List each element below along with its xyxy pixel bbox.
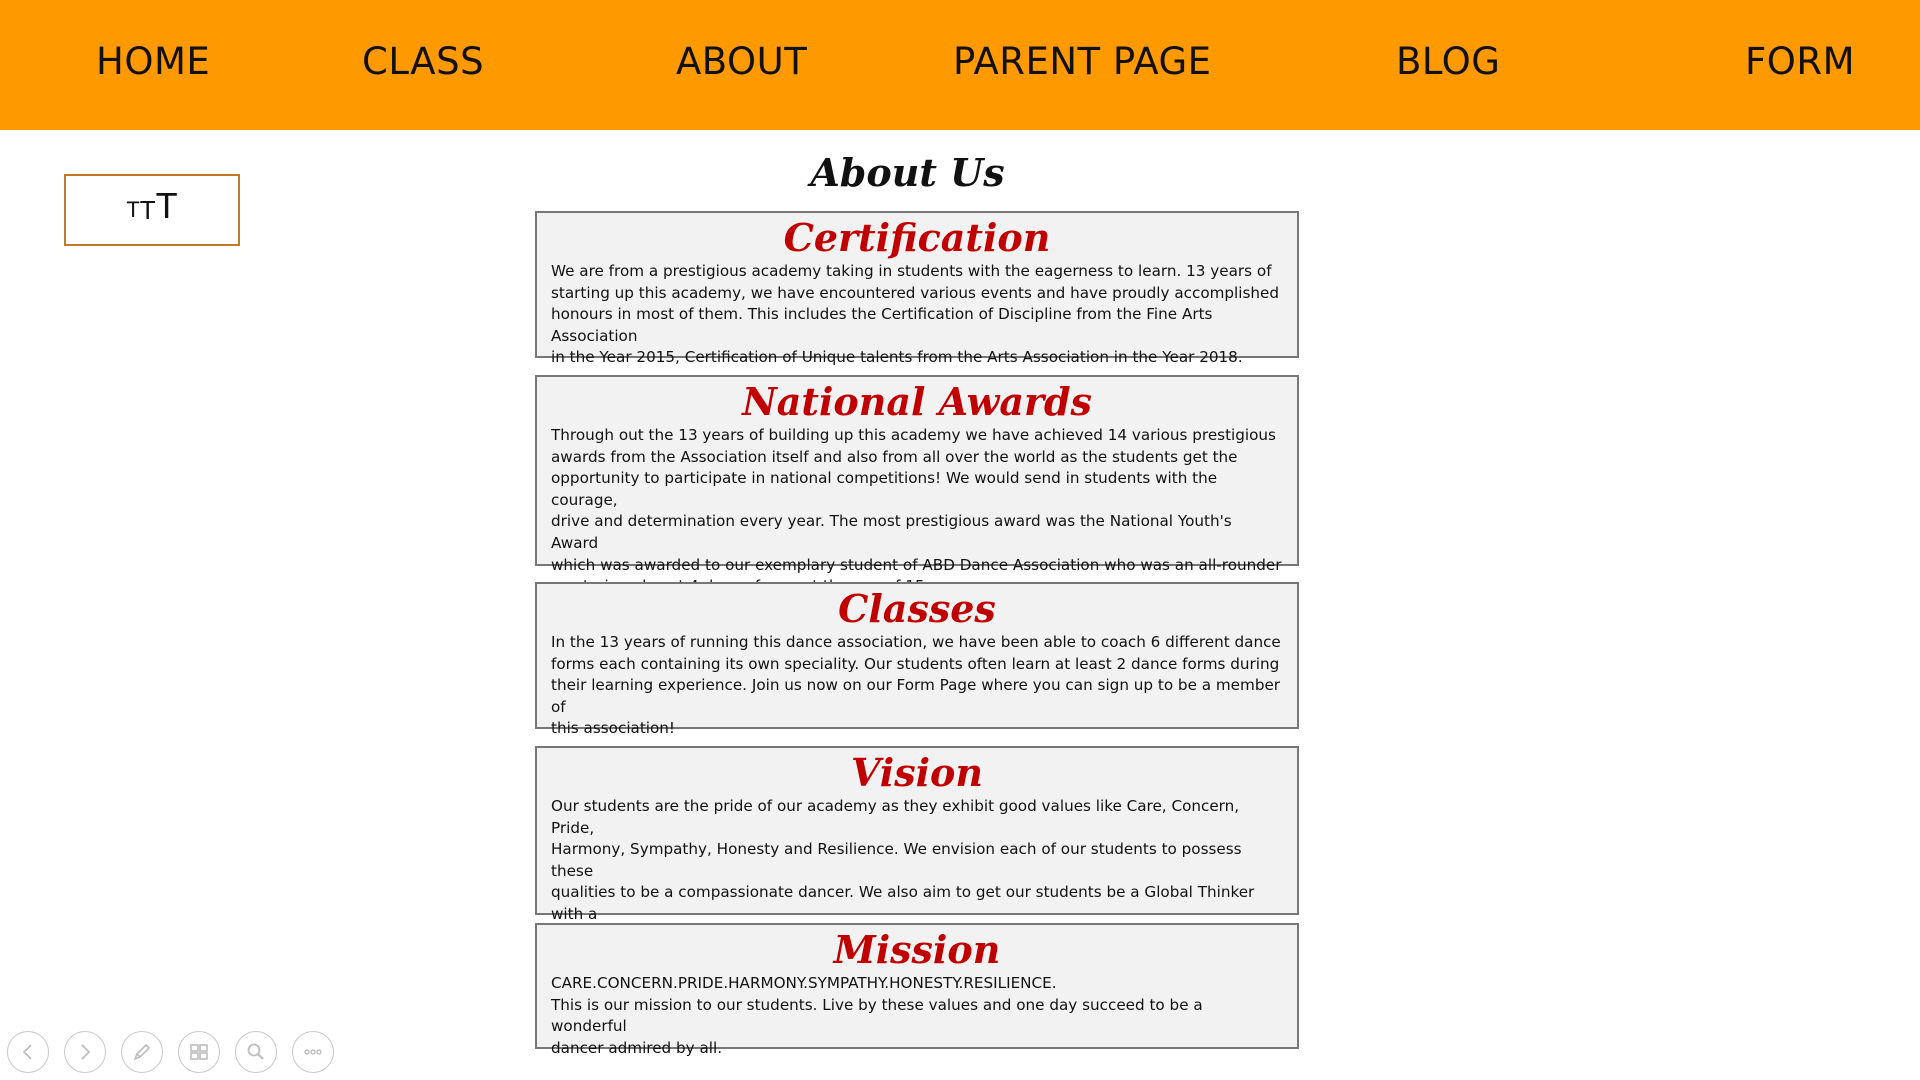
previous-icon (22, 1044, 32, 1060)
previous-slide-button[interactable] (7, 1031, 49, 1073)
zoom-icon (247, 1043, 264, 1060)
section-body: Through out the 13 years of building up … (551, 426, 1282, 595)
section-title: Classes (838, 586, 996, 631)
top-navigation-bar: HOME CLASS ABOUT PARENT PAGE BLOG FORM (0, 0, 1920, 130)
nav-class-link[interactable]: CLASS (362, 40, 484, 83)
next-icon (81, 1044, 91, 1060)
font-size-small-glyph: T (126, 197, 140, 222)
nav-blog-link[interactable]: BLOG (1396, 40, 1500, 83)
nav-parent-page-link[interactable]: PARENT PAGE (953, 40, 1212, 83)
nav-form-link[interactable]: FORM (1745, 40, 1855, 83)
font-size-medium-glyph: T (139, 194, 156, 225)
section-title: Certification (783, 215, 1051, 260)
zoom-button[interactable] (235, 1031, 277, 1073)
section-title: Vision (850, 750, 984, 795)
section-card-vision: Vision Our students are the pride of our… (535, 746, 1299, 988)
font-size-large-glyph: T (155, 185, 178, 226)
section-card-classes: Classes In the 13 years of running this … (535, 582, 1299, 737)
font-size-toggle-button[interactable]: T T T (64, 174, 240, 246)
section-card-national-awards: National Awards Through out the 13 years… (535, 375, 1299, 595)
pen-icon (133, 1043, 151, 1061)
more-options-button[interactable] (292, 1031, 334, 1073)
section-title: National Awards (742, 379, 1092, 424)
page-title: About Us (810, 150, 1005, 195)
section-card-certification: Certification We are from a prestigious … (535, 211, 1299, 366)
nav-home-link[interactable]: HOME (96, 40, 210, 83)
more-options-icon (304, 1049, 322, 1055)
pen-tool-button[interactable] (121, 1031, 163, 1073)
see-all-slides-button[interactable] (178, 1031, 220, 1073)
nav-about-link[interactable]: ABOUT (676, 40, 807, 83)
section-title: Mission (833, 927, 1001, 972)
section-card-mission: Mission CARE.CONCERN.PRIDE.HARMONY.SYMPA… (535, 923, 1299, 1057)
section-body: We are from a prestigious academy taking… (551, 262, 1280, 367)
next-slide-button[interactable] (64, 1031, 106, 1073)
section-body: CARE.CONCERN.PRIDE.HARMONY.SYMPATHY.HONE… (551, 974, 1203, 1057)
slides-grid-icon (190, 1044, 208, 1060)
section-body: In the 13 years of running this dance as… (551, 633, 1281, 738)
